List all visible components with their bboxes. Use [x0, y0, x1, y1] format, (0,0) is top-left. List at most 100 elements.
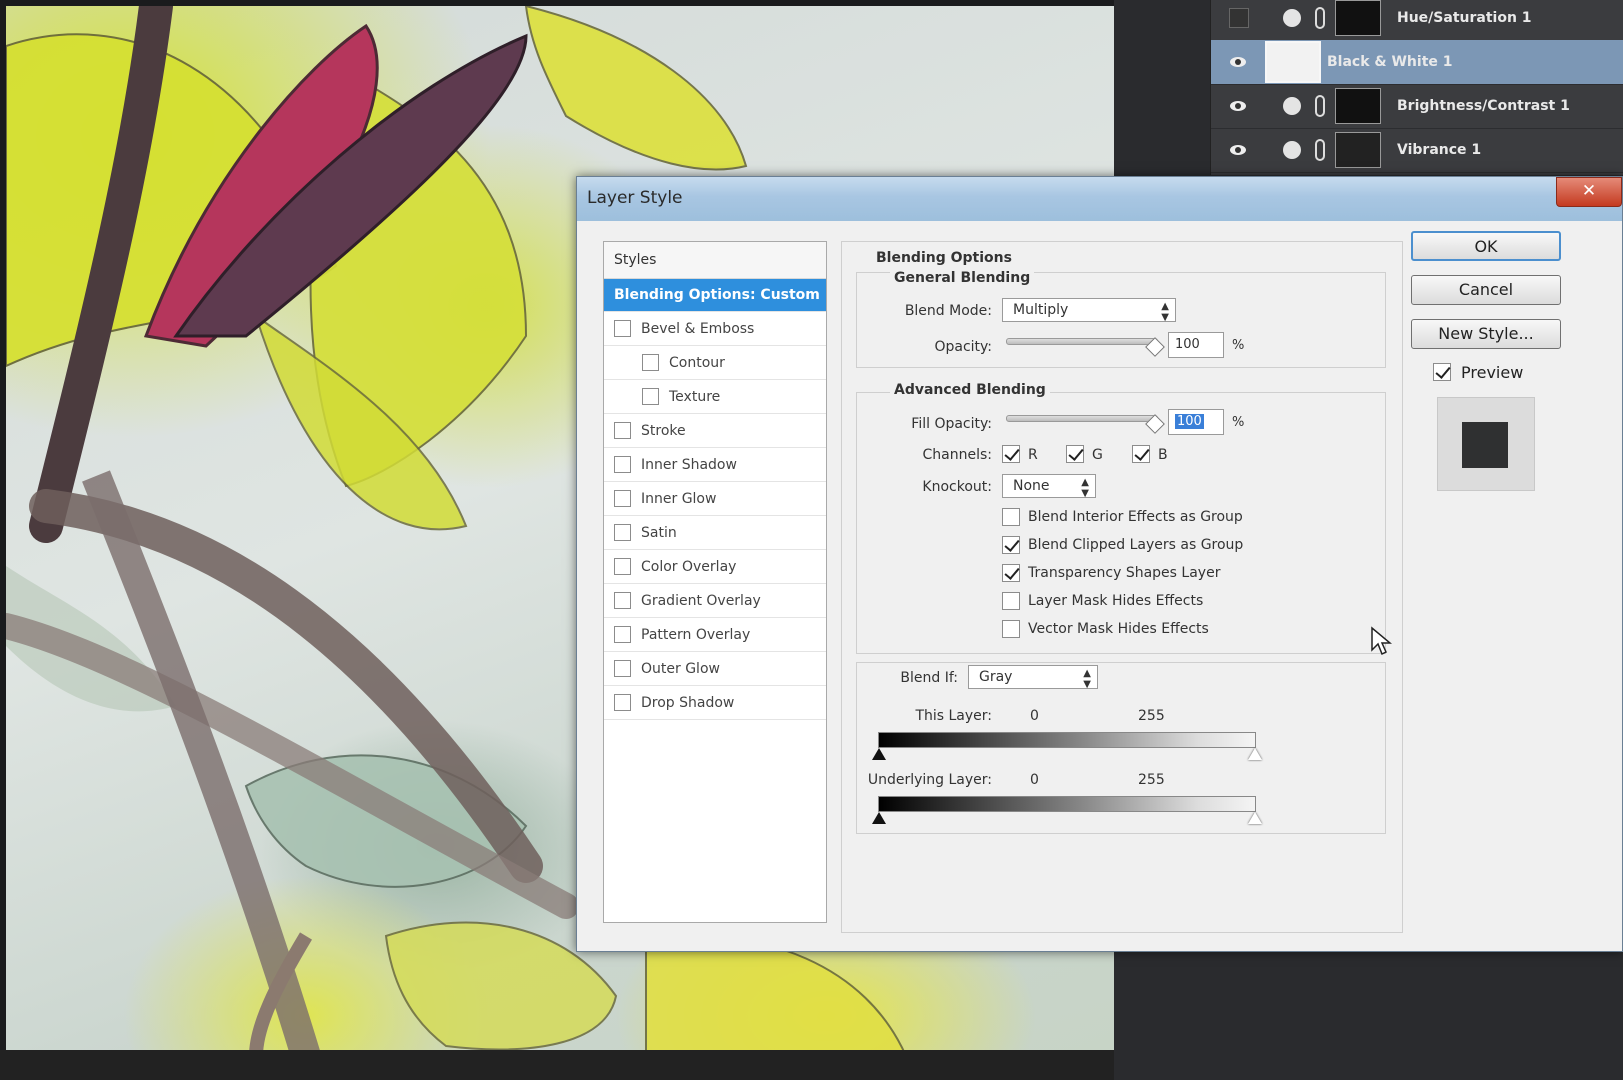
opacity-input[interactable]: 100	[1168, 332, 1224, 358]
visibility-box[interactable]	[1229, 8, 1249, 28]
fill-opacity-input[interactable]: 100	[1168, 409, 1224, 435]
layer-mask-thumbnail[interactable]	[1335, 132, 1381, 168]
eye-icon[interactable]	[1229, 53, 1247, 71]
style-checkbox[interactable]	[614, 660, 631, 677]
style-label: Bevel & Emboss	[641, 320, 755, 337]
style-checkbox[interactable]	[614, 626, 631, 643]
style-label: Drop Shadow	[641, 694, 735, 711]
cancel-button[interactable]: Cancel	[1411, 275, 1561, 305]
preview-checkbox[interactable]	[1433, 363, 1451, 381]
style-checkbox[interactable]	[642, 388, 659, 405]
style-texture[interactable]: Texture	[604, 380, 826, 414]
style-drop-shadow[interactable]: Drop Shadow	[604, 686, 826, 720]
style-outer-glow[interactable]: Outer Glow	[604, 652, 826, 686]
fill-opacity-slider-track[interactable]	[1006, 415, 1158, 422]
fill-opacity-label: Fill Opacity:	[911, 416, 992, 432]
link-icon[interactable]	[1315, 95, 1325, 117]
style-inner-glow[interactable]: Inner Glow	[604, 482, 826, 516]
layer-thumbnail[interactable]	[1265, 41, 1321, 83]
channel-b-checkbox[interactable]	[1132, 445, 1150, 463]
style-color-overlay[interactable]: Color Overlay	[604, 550, 826, 584]
channel-r-checkbox[interactable]	[1002, 445, 1020, 463]
style-stroke[interactable]: Stroke	[604, 414, 826, 448]
style-checkbox[interactable]	[614, 422, 631, 439]
adjustment-layer-icon	[1283, 141, 1301, 159]
style-checkbox[interactable]	[614, 592, 631, 609]
blend-if-select[interactable]: Gray ▲ ▼	[968, 665, 1098, 690]
close-button[interactable]: ✕	[1556, 177, 1622, 207]
link-icon[interactable]	[1315, 7, 1325, 29]
style-bevel-emboss[interactable]: Bevel & Emboss	[604, 312, 826, 346]
style-contour[interactable]: Contour	[604, 346, 826, 380]
underlying-layer-min: 0	[1030, 772, 1039, 788]
vector-mask-hides-checkbox[interactable]	[1002, 620, 1020, 638]
layer-black-white[interactable]: Black & White 1	[1211, 40, 1623, 85]
advanced-blending-title: Advanced Blending	[890, 382, 1050, 398]
knockout-select[interactable]: None ▲ ▼	[1002, 474, 1096, 499]
styles-header[interactable]: Styles	[604, 242, 826, 279]
blend-mode-select[interactable]: Multiply ▲ ▼	[1002, 298, 1176, 323]
preview-swatch	[1462, 422, 1508, 468]
layer-vibrance[interactable]: Vibrance 1	[1211, 128, 1623, 173]
style-pattern-overlay[interactable]: Pattern Overlay	[604, 618, 826, 652]
underlying-white-marker[interactable]	[1248, 812, 1262, 824]
style-checkbox[interactable]	[642, 354, 659, 371]
style-inner-shadow[interactable]: Inner Shadow	[604, 448, 826, 482]
layer-mask-thumbnail[interactable]	[1335, 88, 1381, 124]
channel-r-label: R	[1028, 447, 1038, 463]
this-layer-max: 255	[1138, 708, 1165, 724]
eye-icon[interactable]	[1229, 97, 1247, 115]
opacity-percent: %	[1232, 338, 1245, 353]
layer-hue-saturation[interactable]: Hue/Saturation 1	[1211, 0, 1623, 41]
dialog-client: Styles Blending Options: Custom Bevel & …	[585, 221, 1616, 943]
underlying-layer-label: Underlying Layer:	[867, 772, 992, 788]
preview-thumbnail	[1437, 397, 1535, 491]
opacity-label: Opacity:	[934, 339, 992, 355]
style-checkbox[interactable]	[614, 524, 631, 541]
layer-brightness-contrast[interactable]: Brightness/Contrast 1	[1211, 84, 1623, 129]
eye-icon[interactable]	[1229, 141, 1247, 159]
mouse-cursor-icon	[1371, 626, 1392, 656]
fill-opacity-percent: %	[1232, 415, 1245, 430]
style-checkbox[interactable]	[614, 320, 631, 337]
ok-button[interactable]: OK	[1411, 231, 1561, 261]
select-arrows-icon: ▲ ▼	[1081, 477, 1089, 499]
new-style-button[interactable]: New Style...	[1411, 319, 1561, 349]
this-layer-black-marker[interactable]	[872, 748, 886, 760]
style-gradient-overlay[interactable]: Gradient Overlay	[604, 584, 826, 618]
style-label: Inner Glow	[641, 490, 717, 507]
transparency-shapes-checkbox[interactable]	[1002, 564, 1020, 582]
style-checkbox[interactable]	[614, 490, 631, 507]
blend-if-label: Blend If:	[900, 670, 958, 686]
style-satin[interactable]: Satin	[604, 516, 826, 550]
blending-options-pane: Blending Options General Blending Blend …	[841, 241, 1403, 933]
this-layer-min: 0	[1030, 708, 1039, 724]
underlying-layer-gradient	[878, 796, 1256, 812]
style-label: Inner Shadow	[641, 456, 737, 473]
style-label: Contour	[669, 354, 725, 371]
channel-g-label: G	[1092, 447, 1103, 463]
style-blending-options[interactable]: Blending Options: Custom	[604, 279, 826, 312]
style-checkbox[interactable]	[614, 558, 631, 575]
style-checkbox[interactable]	[614, 456, 631, 473]
dialog-titlebar[interactable]: Layer Style ✕	[577, 177, 1622, 221]
underlying-black-marker[interactable]	[872, 812, 886, 824]
blend-if-value: Gray	[979, 669, 1013, 685]
style-label: Blending Options: Custom	[614, 287, 820, 303]
knockout-value: None	[1013, 478, 1050, 494]
link-icon[interactable]	[1315, 139, 1325, 161]
layer-mask-hides-label: Layer Mask Hides Effects	[1028, 593, 1204, 609]
layer-mask-thumbnail[interactable]	[1335, 0, 1381, 36]
layer-mask-hides-checkbox[interactable]	[1002, 592, 1020, 610]
dialog-title: Layer Style	[587, 188, 683, 208]
opacity-slider-track[interactable]	[1006, 338, 1158, 345]
styles-list: Styles Blending Options: Custom Bevel & …	[603, 241, 827, 923]
blend-clipped-checkbox[interactable]	[1002, 536, 1020, 554]
this-layer-white-marker[interactable]	[1248, 748, 1262, 760]
channels-label: Channels:	[922, 447, 993, 463]
style-checkbox[interactable]	[614, 694, 631, 711]
channel-g-checkbox[interactable]	[1066, 445, 1084, 463]
this-layer-label: This Layer:	[915, 708, 992, 724]
style-label: Outer Glow	[641, 660, 720, 677]
blend-interior-checkbox[interactable]	[1002, 508, 1020, 526]
